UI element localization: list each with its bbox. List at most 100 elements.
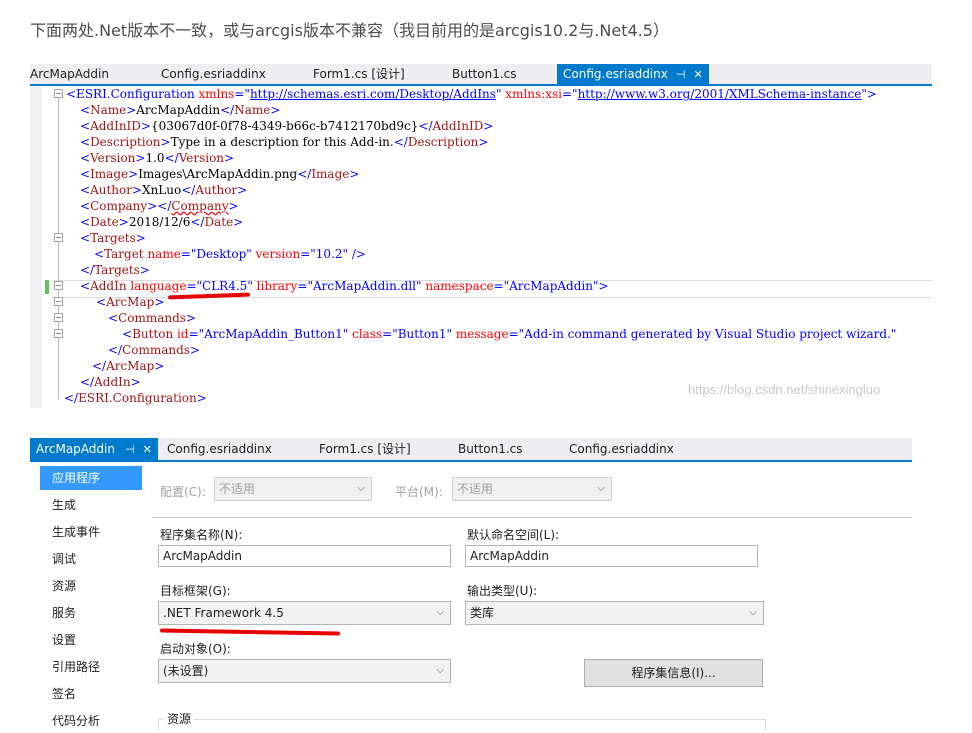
button-id-value: ArcMapAddin_Button1 [204,327,343,341]
nav-resources[interactable]: 资源 [40,574,142,598]
code-line-date: <Date>2018/12/6</Date> [80,215,244,229]
assembly-name-label: 程序集名称(N): [160,528,243,542]
tab-button1[interactable]: Button1.cs [458,438,523,460]
change-indicator [45,280,49,294]
tab-form1-design[interactable]: Form1.cs [设计] [313,64,405,84]
target-framework-value: .NET Framework 4.5 [163,606,284,620]
tab-config-1[interactable]: Config.esriaddinx [161,64,266,84]
code-line-image: <Image>Images\ArcMapAddin.png</Image> [80,167,360,181]
pin-icon[interactable]: ⊣ [125,443,135,456]
code-line-addinid: <AddInID>{03067d0f-0f78-4349-b66c-b74121… [80,119,494,133]
output-type-dropdown[interactable]: 类库 ⌵ [465,601,764,625]
chevron-down-icon: ⌵ [357,483,365,494]
assembly-name-input[interactable]: ArcMapAddin [158,545,451,567]
code-line-version: <Version>1.0</Version> [80,151,235,165]
code-line-name: <Name>ArcMapAddin</Name> [80,103,281,117]
xmlns-value[interactable]: http://schemas.esri.com/Desktop/AddIns [250,87,496,101]
platform-label: 平台(M): [395,485,443,499]
tab-arcmapaddin[interactable]: ArcMapAddin [30,64,109,84]
tab-accent-line [30,460,912,462]
pin-icon[interactable]: ⊣ [676,65,686,85]
separator [152,517,912,518]
fold-minus-icon[interactable]: − [54,89,63,98]
nav-signing[interactable]: 签名 [40,682,142,706]
version-value: 1.0 [145,151,165,165]
name-value: ArcMapAddin [136,103,221,117]
editor-tab-strip: ArcMapAddin Config.esriaddinx Form1.cs [… [30,64,932,84]
resources-group-label: 资源 [164,710,195,727]
addinid-value: {03067d0f-0f78-4349-b66c-b7412170bd9c} [150,119,419,133]
fold-minus-icon[interactable]: − [54,297,63,306]
default-namespace-label: 默认命名空间(L): [467,528,560,542]
tab-arcmapaddin-active[interactable]: ArcMapAddin ⊣ ✕ [30,438,158,460]
tab-arcmapaddin-label: ArcMapAddin [36,442,115,456]
nav-application[interactable]: 应用程序 [40,466,142,490]
tab-form1-design[interactable]: Form1.cs [设计] [319,438,411,460]
close-icon[interactable]: ✕ [143,443,152,456]
tag-esri-config: <ESRI.Configuration [66,87,195,101]
output-type-label: 输出类型(U): [467,584,538,598]
fold-minus-icon[interactable]: − [54,281,63,290]
image-value: Images\ArcMapAddin.png [138,167,298,181]
chevron-down-icon: ⌵ [436,607,444,618]
fold-minus-icon[interactable]: − [54,329,63,338]
code-line-target: <Target name="Desktop" version="10.2" /> [94,247,366,261]
platform-dropdown: 不适用 ⌵ [452,477,612,501]
assembly-info-button[interactable]: 程序集信息(I)... [584,659,763,687]
author-value: XnLuo [142,183,182,197]
code-line-commands-open: <Commands> [108,311,197,325]
code-line-arcmap-open: <ArcMap> [96,295,165,309]
attr-xmlns: xmlns [194,87,235,101]
nav-settings[interactable]: 设置 [40,628,142,652]
annotation-underline-framework [159,628,341,636]
startup-object-dropdown[interactable]: (未设置) ⌵ [158,659,451,683]
editor-gutter [30,86,42,408]
code-line-company: <Company></Company> [80,199,239,213]
code-line-targets-close: </Targets> [80,263,150,277]
config-dropdown: 不适用 ⌵ [214,477,372,501]
code-line-button: <Button id="ArcMapAddin_Button1" class="… [122,327,897,341]
code-area[interactable]: − − − − − − <ESRI.Configuration xmlns="h… [30,86,932,408]
properties-tab-strip: ArcMapAddin ⊣ ✕ Config.esriaddinx Form1.cs… [30,438,912,460]
platform-value: 不适用 [457,482,494,496]
fold-minus-icon[interactable]: − [54,233,63,242]
code-line-addin: <AddIn language="CLR4.5" library="ArcMap… [80,279,609,293]
code-line-addin-close: </AddIn> [80,375,141,389]
nav-code-analysis[interactable]: 代码分析 [40,709,142,733]
fold-guide [58,98,59,400]
code-line-targets-open: <Targets> [80,231,146,245]
default-namespace-input[interactable]: ArcMapAddin [465,545,758,567]
target-framework-dropdown[interactable]: .NET Framework 4.5 ⌵ [158,601,451,625]
code-line-arcmap-close: </ArcMap> [92,359,165,373]
project-properties-window: ArcMapAddin ⊣ ✕ Config.esriaddinx Form1.cs… [30,432,912,730]
tab-button1[interactable]: Button1.cs [452,64,517,84]
target-version-value: 10.2 [315,247,343,261]
nav-build[interactable]: 生成 [40,493,142,517]
startup-object-value: (未设置) [163,664,209,678]
fold-minus-icon[interactable]: − [54,313,63,322]
code-line-description: <Description>Type in a description for t… [80,135,489,149]
nav-build-events[interactable]: 生成事件 [40,520,142,544]
nav-reference-paths[interactable]: 引用路径 [40,655,142,679]
nav-debug[interactable]: 调试 [40,547,142,571]
tab-config-active-label: Config.esriaddinx [563,67,668,81]
target-framework-label: 目标框架(G): [160,584,231,598]
xml-editor-window: ArcMapAddin Config.esriaddinx Form1.cs [… [30,58,932,408]
xmlns-xsi-value[interactable]: http://www.w3.org/2001/XMLSchema-instanc… [578,87,862,101]
tab-config-1[interactable]: Config.esriaddinx [167,438,272,460]
config-value: 不适用 [219,482,256,496]
chevron-down-icon: ⌵ [749,607,757,618]
tab-config-active[interactable]: Config.esriaddinx ⊣ ✕ [557,64,709,84]
code-line-esri-config-close: </ESRI.Configuration> [64,391,207,405]
resources-group [158,719,766,730]
code-line-commands-close: </Commands> [108,343,201,357]
startup-object-label: 启动对象(O): [160,642,231,656]
chevron-down-icon: ⌵ [597,483,605,494]
addin-library-value: ArcMapAddin.dll [313,279,417,293]
code-line-author: <Author>XnLuo</Author> [80,183,248,197]
close-icon[interactable]: ✕ [693,65,702,85]
tab-config-2[interactable]: Config.esriaddinx [569,438,674,460]
button-class-value: Button1 [397,327,447,341]
nav-services[interactable]: 服务 [40,601,142,625]
attr-xmlns-xsi: xmlns:xsi [501,87,562,101]
